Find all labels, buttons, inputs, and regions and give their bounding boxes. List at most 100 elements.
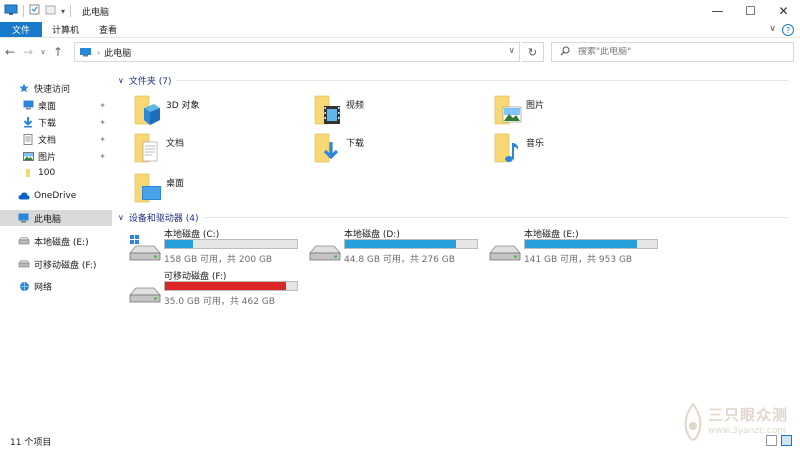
- tab-view[interactable]: 查看: [89, 22, 127, 37]
- folder-label: 视频: [346, 101, 365, 111]
- watermark-title: 三只眼众测: [708, 406, 789, 424]
- refresh-icon: ↻: [527, 45, 538, 59]
- search-icon: [560, 46, 570, 59]
- pin-icon[interactable]: ✦: [99, 135, 106, 144]
- pin-icon[interactable]: ✦: [99, 152, 106, 161]
- nav-item-label: OneDrive: [34, 191, 77, 201]
- nav-item-label: 此电脑: [34, 214, 62, 225]
- drive-usage-fill: [165, 240, 193, 248]
- removable-drive-icon: [128, 275, 162, 305]
- cloud-icon: [18, 190, 30, 202]
- nav-item-100[interactable]: 100: [0, 165, 112, 181]
- nav-item-label: 下载: [38, 118, 57, 129]
- nav-this-pc[interactable]: 此电脑: [0, 210, 112, 226]
- folder-music[interactable]: 音乐: [492, 132, 662, 170]
- folder-documents[interactable]: 文档: [132, 132, 302, 170]
- content-pane: ∨ 文件夹 (7) 3D 对象 视频 图片 文档 下载 音乐 桌面 ∨ 设备和驱…: [114, 66, 800, 430]
- refresh-button[interactable]: ↻: [522, 42, 544, 62]
- folder-3d-objects[interactable]: 3D 对象: [132, 94, 302, 132]
- this-pc-icon: [4, 4, 18, 19]
- breadcrumb-chevron-icon[interactable]: ›: [97, 48, 100, 57]
- nav-item-documents[interactable]: 文档 ✦: [0, 131, 112, 147]
- drive-usage-bar: [344, 239, 478, 249]
- nav-item-desktop[interactable]: 桌面 ✦: [0, 97, 112, 113]
- drive-usage-fill: [165, 282, 287, 290]
- drive-usage-fill: [525, 240, 638, 248]
- help-button[interactable]: ?: [782, 24, 794, 36]
- download-icon: [22, 116, 34, 128]
- pin-icon[interactable]: ✦: [99, 118, 106, 127]
- 3d-objects-icon: [132, 94, 162, 128]
- tab-file[interactable]: 文件: [0, 22, 43, 37]
- expand-ribbon-icon[interactable]: ∨: [769, 24, 776, 34]
- nav-item-label: 可移动磁盘 (F:): [34, 260, 97, 271]
- watermark-url: www.3yanzc.com: [708, 426, 787, 436]
- breadcrumb-this-pc[interactable]: 此电脑: [104, 46, 131, 59]
- star-icon: [18, 82, 30, 94]
- network-icon: [18, 280, 30, 292]
- forward-button[interactable]: →: [20, 42, 36, 62]
- maximize-button[interactable]: ☐: [734, 0, 767, 22]
- nav-item-label: 100: [38, 168, 56, 178]
- folder-downloads[interactable]: 下载: [312, 132, 482, 170]
- recent-locations-button[interactable]: ∨: [38, 42, 48, 62]
- minimize-button[interactable]: —: [701, 0, 734, 22]
- drive-icon: [308, 233, 342, 263]
- folder-label: 文档: [166, 139, 185, 149]
- folders-group-title: 文件夹 (7): [128, 77, 172, 87]
- up-button[interactable]: ↑: [50, 42, 66, 62]
- pictures-icon: [22, 150, 34, 162]
- item-count: 11 个项目: [10, 437, 52, 448]
- folders-group-header[interactable]: ∨ 文件夹 (7): [118, 74, 788, 87]
- tab-computer[interactable]: 计算机: [42, 22, 89, 37]
- folder-videos[interactable]: 视频: [312, 94, 482, 132]
- nav-network[interactable]: 网络: [0, 278, 112, 294]
- address-dropdown-icon[interactable]: ∨: [508, 46, 515, 56]
- documents-icon: [132, 132, 162, 166]
- up-arrow-icon: ↑: [52, 45, 64, 59]
- drive-usage-bar: [164, 281, 298, 291]
- forward-arrow-icon: →: [22, 45, 34, 59]
- toolbar-separator: [70, 5, 72, 17]
- nav-item-downloads[interactable]: 下载 ✦: [0, 114, 112, 130]
- nav-item-pictures[interactable]: 图片 ✦: [0, 148, 112, 164]
- nav-drive-f[interactable]: 可移动磁盘 (F:): [0, 256, 112, 272]
- search-box[interactable]: [551, 42, 794, 62]
- drive-space-info: 158 GB 可用，共 200 GB: [164, 255, 273, 265]
- nav-item-label: 图片: [38, 152, 57, 163]
- folder-desktop[interactable]: 桌面: [132, 172, 302, 210]
- new-folder-icon[interactable]: [45, 4, 56, 18]
- back-button[interactable]: ←: [2, 42, 18, 62]
- window-title: 此电脑: [82, 7, 110, 18]
- nav-item-label: 快速访问: [34, 84, 71, 95]
- properties-icon[interactable]: [29, 4, 40, 18]
- nav-quick-access[interactable]: 快速访问: [0, 80, 112, 96]
- close-button[interactable]: ✕: [767, 0, 800, 22]
- drive-c[interactable]: 本地磁盘 (C:) 158 GB 可用，共 200 GB: [128, 227, 304, 267]
- this-pc-icon: [18, 212, 30, 224]
- chevron-down-icon: ∨: [118, 213, 124, 222]
- drive-usage-bar: [164, 239, 298, 249]
- drive-space-info: 44.8 GB 可用，共 276 GB: [344, 255, 455, 265]
- videos-icon: [312, 94, 342, 128]
- folder-pictures[interactable]: 图片: [492, 94, 662, 132]
- navigation-pane: 快速访问 桌面 ✦ 下载 ✦ 文档 ✦ 图片 ✦ 100 OneDrive 此电…: [0, 66, 112, 426]
- desktop-icon: [22, 99, 34, 111]
- drive-f[interactable]: 可移动磁盘 (F:) 35.0 GB 可用，共 462 GB: [128, 269, 304, 309]
- watermark-logo-icon: [684, 402, 702, 442]
- folder-label: 下载: [346, 139, 365, 149]
- navigation-bar: ← → ∨ ↑ › 此电脑 ∨ ↻: [0, 38, 800, 66]
- nav-onedrive[interactable]: OneDrive: [0, 188, 112, 204]
- drive-d[interactable]: 本地磁盘 (D:) 44.8 GB 可用，共 276 GB: [308, 227, 484, 267]
- drive-e[interactable]: 本地磁盘 (E:) 141 GB 可用，共 953 GB: [488, 227, 664, 267]
- search-input[interactable]: [578, 47, 778, 57]
- customize-toolbar-icon[interactable]: ▾: [61, 7, 65, 16]
- pin-icon[interactable]: ✦: [99, 101, 106, 110]
- drive-icon: [18, 235, 30, 247]
- drives-group-header[interactable]: ∨ 设备和驱动器 (4): [118, 211, 788, 224]
- documents-icon: [22, 133, 34, 145]
- nav-drive-e[interactable]: 本地磁盘 (E:): [0, 233, 112, 249]
- nav-item-label: 本地磁盘 (E:): [34, 237, 89, 248]
- group-divider: [177, 80, 788, 81]
- address-bar[interactable]: › 此电脑 ∨: [74, 42, 520, 62]
